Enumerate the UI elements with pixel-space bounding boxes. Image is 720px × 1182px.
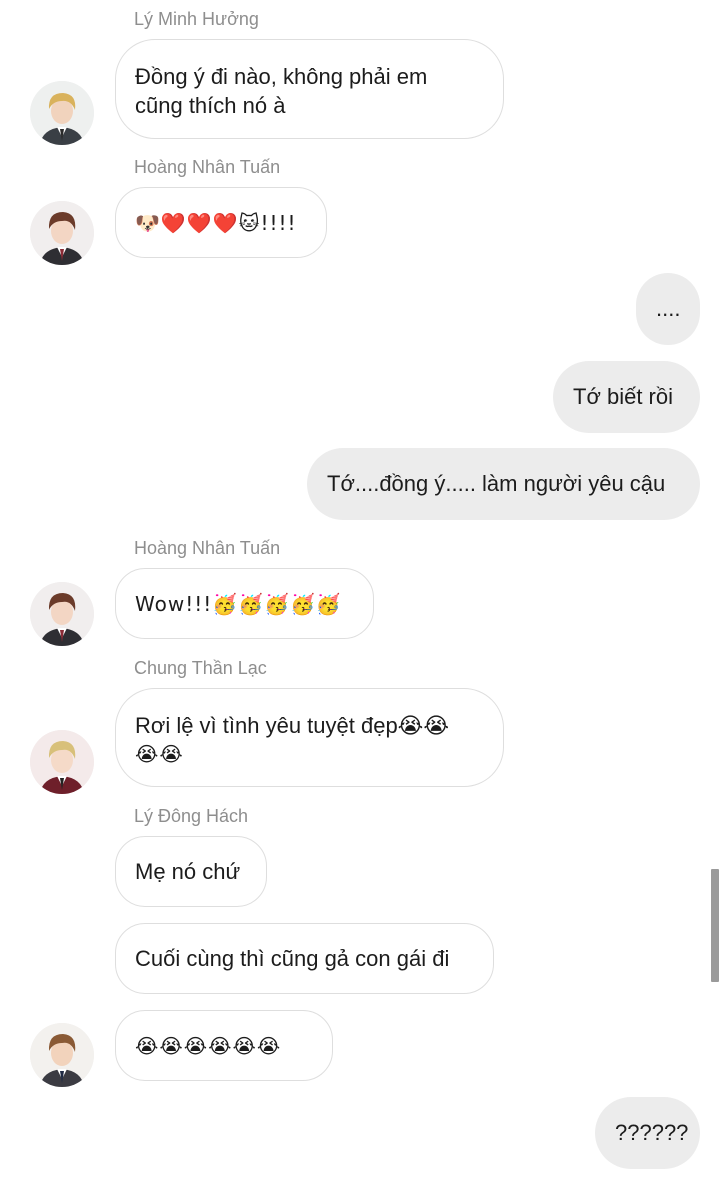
message-bubble-outgoing[interactable]: ?????? [595, 1097, 700, 1169]
avatar[interactable] [30, 81, 94, 145]
message-text: Cuối cùng thì cũng gả con gái đi [135, 946, 450, 971]
message-bubble-outgoing[interactable]: Tớ biết rồi [553, 361, 700, 433]
message-bubble-outgoing[interactable]: .... [636, 273, 700, 345]
avatar[interactable] [30, 1023, 94, 1087]
message-bubble[interactable]: Đồng ý đi nào, không phải em cũng thích … [115, 39, 504, 139]
message-text-line: 😭😭 [135, 742, 184, 766]
avatar-image [30, 582, 94, 646]
message-text: .... [656, 296, 681, 321]
message-text: Mẹ nó chứ [135, 859, 241, 884]
message-bubble[interactable]: 😭😭😭😭😭😭 [115, 1010, 333, 1081]
message-text-line: Rơi lệ vì tình yêu tuyệt đẹp😭😭 [135, 713, 450, 738]
scrollbar-thumb[interactable] [711, 869, 719, 982]
avatar[interactable] [30, 582, 94, 646]
sender-name: Lý Minh Hưởng [134, 9, 259, 29]
message-text: Tớ biết rồi [573, 384, 674, 409]
message-bubble-outgoing[interactable]: Tớ....đồng ý..... làm người yêu cậu [307, 448, 700, 520]
message-bubble[interactable]: Cuối cùng thì cũng gả con gái đi [115, 923, 494, 994]
avatar[interactable] [30, 201, 94, 265]
message-text-line: cũng thích nó à [135, 93, 286, 118]
avatar-image [30, 1023, 94, 1087]
message-text: 🐶❤️❤️❤️🐱!!!! [135, 211, 297, 235]
message-bubble[interactable]: Wow!!!🥳🥳🥳🥳🥳 [115, 568, 374, 639]
message-text-line: Đồng ý đi nào, không phải em [135, 64, 428, 89]
sender-name: Lý Đông Hách [134, 806, 249, 826]
sender-name: Hoàng Nhân Tuấn [134, 157, 281, 177]
message-bubble[interactable]: Rơi lệ vì tình yêu tuyệt đẹp😭😭 😭😭 [115, 688, 504, 787]
avatar[interactable] [30, 730, 94, 794]
message-text: 😭😭😭😭😭😭 [135, 1034, 282, 1058]
sender-name: Chung Thần Lạc [134, 658, 267, 678]
message-text: ?????? [615, 1120, 689, 1145]
message-bubble[interactable]: 🐶❤️❤️❤️🐱!!!! [115, 187, 327, 258]
avatar-image [30, 730, 94, 794]
message-bubble[interactable]: Mẹ nó chứ [115, 836, 267, 907]
avatar-image [30, 201, 94, 265]
message-text: Tớ....đồng ý..... làm người yêu cậu [327, 471, 666, 496]
sender-name: Hoàng Nhân Tuấn [134, 538, 281, 558]
avatar-image [30, 81, 94, 145]
message-text: Wow!!!🥳🥳🥳🥳🥳 [135, 592, 342, 616]
